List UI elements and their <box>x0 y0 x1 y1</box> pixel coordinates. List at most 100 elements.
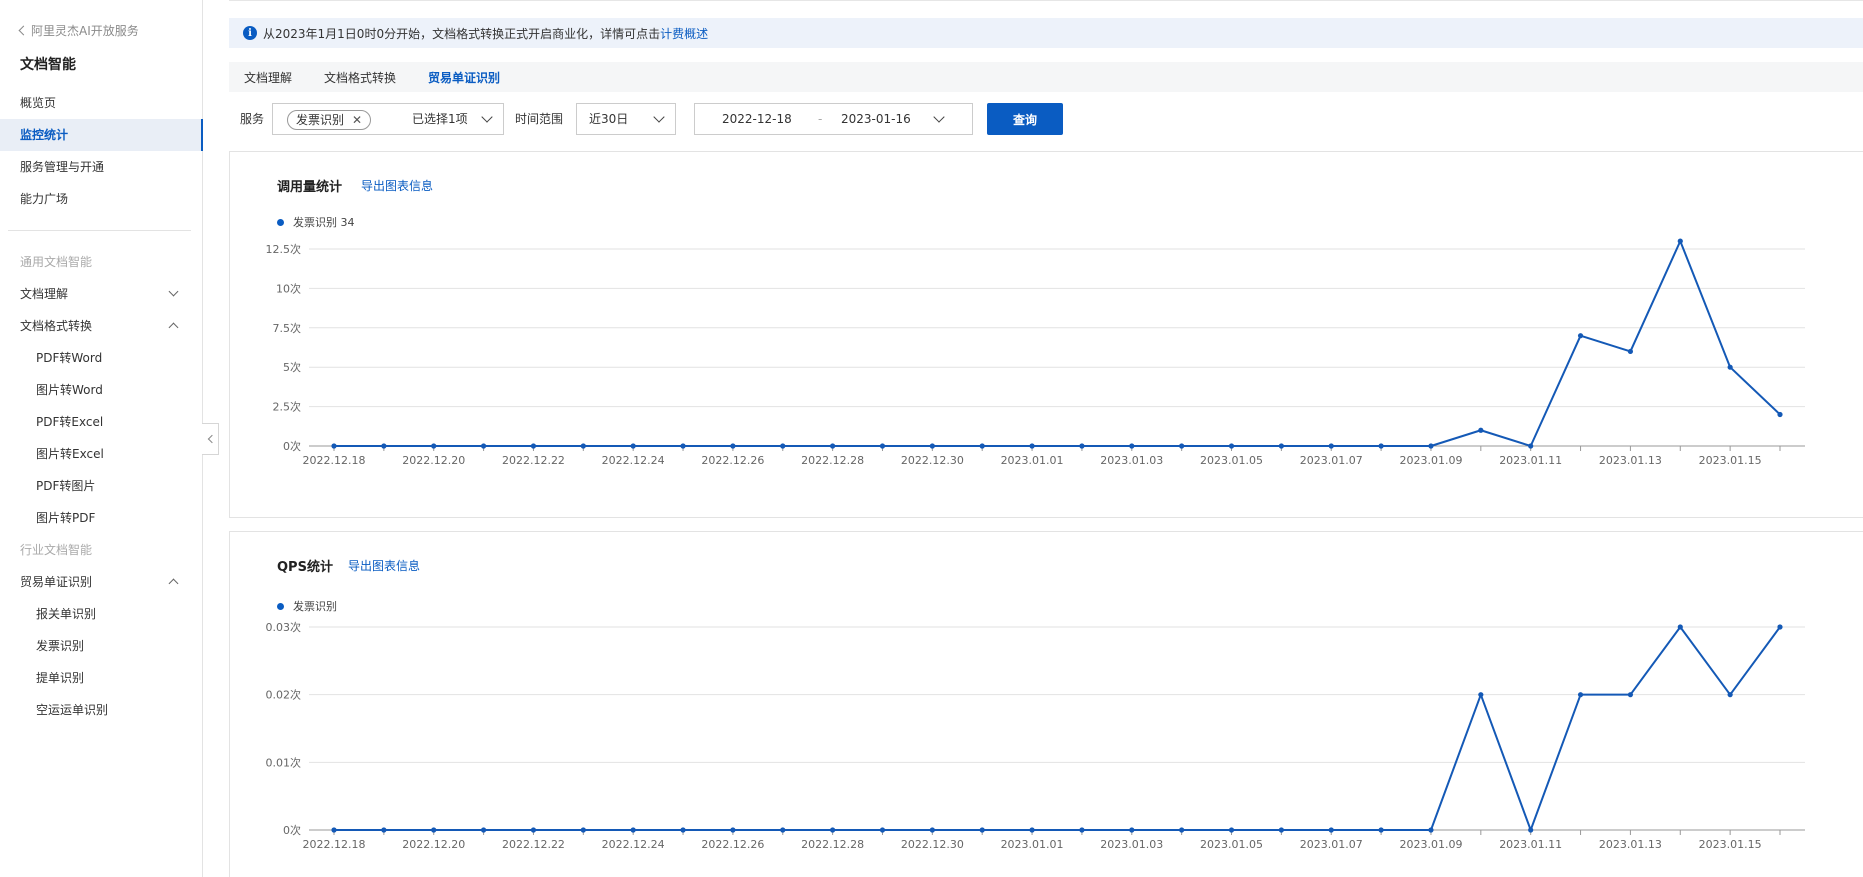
data-point[interactable] <box>730 443 736 449</box>
range-select[interactable]: 近30日 <box>576 103 676 135</box>
x-tick-label: 2022.12.26 <box>701 454 764 467</box>
data-point[interactable] <box>1378 827 1384 833</box>
sub-item-image-to-pdf[interactable]: 图片转PDF <box>0 502 203 534</box>
sub-item-invoice[interactable]: 发票识别 <box>0 630 203 662</box>
y-tick-label: 12.5次 <box>266 242 302 256</box>
data-point[interactable] <box>780 827 786 833</box>
data-point[interactable] <box>1328 443 1334 449</box>
data-point[interactable] <box>530 827 537 833</box>
data-point[interactable] <box>1428 827 1434 833</box>
data-point[interactable] <box>381 827 387 833</box>
data-point[interactable] <box>1627 692 1634 698</box>
data-point[interactable] <box>929 443 935 449</box>
data-point[interactable] <box>580 443 586 449</box>
service-select[interactable]: 发票识别 ✕ 已选择1项 <box>272 103 504 135</box>
sub-item-image-to-excel[interactable]: 图片转Excel <box>0 438 203 470</box>
data-point[interactable] <box>979 827 985 833</box>
data-point[interactable] <box>331 443 337 449</box>
data-point[interactable] <box>1278 443 1284 449</box>
data-point[interactable] <box>1627 348 1634 355</box>
data-point[interactable] <box>480 443 487 449</box>
data-point[interactable] <box>1428 443 1434 449</box>
date-end[interactable]: 2023-01-16 <box>841 104 911 134</box>
chevron-down-icon <box>168 286 179 297</box>
x-tick-label: 2022.12.20 <box>402 838 465 851</box>
nav-item-trade-docs[interactable]: 贸易单证识别 <box>0 566 203 598</box>
data-point[interactable] <box>1727 364 1733 370</box>
nav-item-overview[interactable]: 概览页 <box>0 87 203 119</box>
back-link[interactable]: 阿里灵杰AI开放服务 <box>18 22 139 39</box>
sub-item-image-to-word[interactable]: 图片转Word <box>0 374 203 406</box>
data-point[interactable] <box>1777 411 1783 418</box>
main-content: i 从2023年1月1日0时0分开始，文档格式转换正式开启商业化，详情可点击 计… <box>229 0 1863 877</box>
data-point[interactable] <box>1328 827 1334 833</box>
sub-item-bill-of-lading[interactable]: 提单识别 <box>0 662 203 694</box>
sub-item-customs-declaration[interactable]: 报关单识别 <box>0 598 203 630</box>
data-point[interactable] <box>480 827 487 833</box>
nav-item-service-management[interactable]: 服务管理与开通 <box>0 151 203 183</box>
sidebar: 阿里灵杰AI开放服务 文档智能 概览页 监控统计 服务管理与开通 能力广场 通用… <box>0 0 203 877</box>
data-point[interactable] <box>381 443 387 449</box>
notice-link[interactable]: 计费概述 <box>660 25 708 42</box>
data-point[interactable] <box>530 443 537 449</box>
nav-item-doc-convert[interactable]: 文档格式转换 <box>0 310 203 342</box>
data-point[interactable] <box>1278 827 1284 833</box>
data-point[interactable] <box>1179 443 1185 449</box>
close-icon[interactable]: ✕ <box>352 111 362 129</box>
data-point[interactable] <box>1228 827 1235 833</box>
data-point[interactable] <box>1228 443 1235 449</box>
data-point[interactable] <box>431 827 437 833</box>
data-point[interactable] <box>1528 443 1534 449</box>
data-point[interactable] <box>879 827 886 833</box>
sub-item-pdf-to-word[interactable]: PDF转Word <box>0 342 203 374</box>
nav-item-monitoring[interactable]: 监控统计 <box>0 119 203 151</box>
data-point[interactable] <box>1029 827 1035 833</box>
date-start[interactable]: 2022-12-18 <box>722 104 792 134</box>
data-point[interactable] <box>1378 443 1384 449</box>
tab-trade-docs[interactable]: 贸易单证识别 <box>428 69 500 86</box>
data-point[interactable] <box>1727 692 1733 698</box>
data-point[interactable] <box>431 443 437 449</box>
nav-item-capability-market[interactable]: 能力广场 <box>0 183 203 215</box>
y-tick-label: 5次 <box>283 360 301 374</box>
data-point[interactable] <box>1478 427 1484 433</box>
sidebar-collapse-handle[interactable] <box>202 423 219 455</box>
data-point[interactable] <box>730 827 736 833</box>
query-button[interactable]: 查询 <box>987 103 1063 135</box>
sub-item-pdf-to-image[interactable]: PDF转图片 <box>0 470 203 502</box>
data-point[interactable] <box>929 827 935 833</box>
data-point[interactable] <box>1079 443 1085 449</box>
sub-item-air-waybill[interactable]: 空运运单识别 <box>0 694 203 726</box>
data-point[interactable] <box>630 827 636 833</box>
data-point[interactable] <box>1129 827 1135 833</box>
data-point[interactable] <box>630 443 636 449</box>
x-tick-label: 2022.12.30 <box>901 838 964 851</box>
data-point[interactable] <box>1777 624 1783 630</box>
date-range-picker[interactable]: 2022-12-18 - 2023-01-16 <box>694 103 973 135</box>
data-point[interactable] <box>1577 692 1584 698</box>
data-point[interactable] <box>979 443 985 449</box>
range-label: 时间范围 <box>515 112 564 126</box>
data-point[interactable] <box>1528 827 1534 833</box>
data-point[interactable] <box>830 443 836 449</box>
tab-doc-understand[interactable]: 文档理解 <box>244 69 292 86</box>
filter-bar: 服务 发票识别 ✕ 已选择1项 时间范围 近30日 2022-12-18 - 2… <box>229 103 1863 135</box>
data-point[interactable] <box>1179 827 1185 833</box>
data-point[interactable] <box>780 443 786 449</box>
data-point[interactable] <box>1677 624 1683 630</box>
data-point[interactable] <box>1577 333 1584 339</box>
data-point[interactable] <box>1029 443 1035 449</box>
data-point[interactable] <box>1079 827 1085 833</box>
data-point[interactable] <box>680 827 686 833</box>
tab-doc-convert[interactable]: 文档格式转换 <box>324 69 396 86</box>
data-point[interactable] <box>331 827 337 833</box>
nav-item-doc-understand[interactable]: 文档理解 <box>0 278 203 310</box>
data-point[interactable] <box>830 827 836 833</box>
data-point[interactable] <box>879 443 886 449</box>
sub-item-pdf-to-excel[interactable]: PDF转Excel <box>0 406 203 438</box>
data-point[interactable] <box>680 443 686 449</box>
data-point[interactable] <box>580 827 586 833</box>
data-point[interactable] <box>1129 443 1135 449</box>
data-point[interactable] <box>1478 692 1484 698</box>
data-point[interactable] <box>1677 238 1683 244</box>
